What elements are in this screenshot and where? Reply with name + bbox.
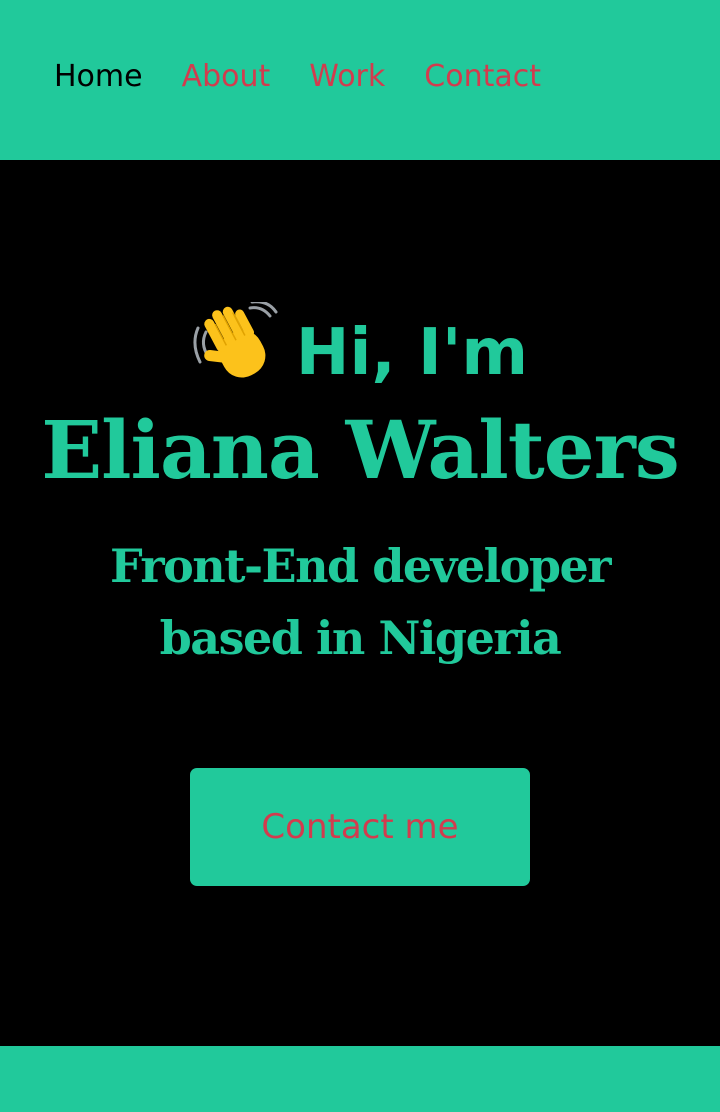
nav-link-about[interactable]: About: [182, 56, 271, 98]
contact-me-button[interactable]: Contact me: [190, 768, 530, 886]
developer-tagline: Front-End developer based in Nigeria: [110, 539, 611, 665]
nav-link-home[interactable]: Home: [54, 56, 143, 98]
footer-bar: [0, 1046, 720, 1112]
developer-name: Eliana Walters: [41, 403, 680, 497]
greeting-text: Hi, I'm: [295, 316, 529, 390]
greeting-heading: Hi, I'm: [0, 300, 720, 398]
waving-hand-icon: [192, 300, 278, 382]
hero-section: Hi, I'm Eliana Walters Front-End develop…: [0, 160, 720, 1046]
top-navigation-bar: Home About Work Contact: [0, 0, 720, 160]
nav-link-work[interactable]: Work: [309, 56, 385, 98]
nav-link-contact[interactable]: Contact: [424, 56, 541, 98]
main-nav: Home About Work Contact: [54, 56, 580, 98]
